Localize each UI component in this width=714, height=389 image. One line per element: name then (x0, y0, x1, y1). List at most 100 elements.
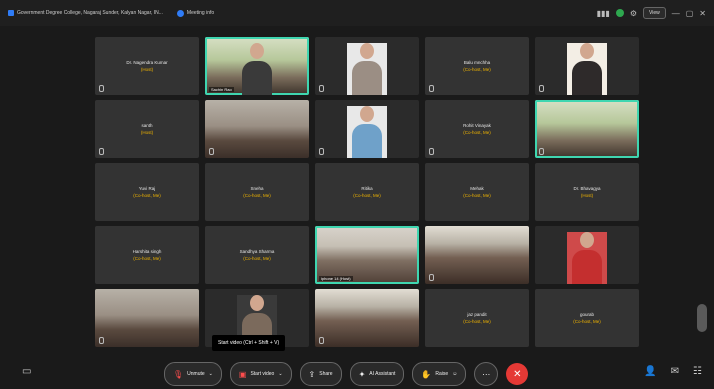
tooltip: Start video (Ctrl + Shift + V) (212, 335, 286, 351)
mic-off-icon (539, 85, 544, 92)
signal-icon: ▮▮▮ (596, 8, 610, 18)
participant-video[interactable] (535, 100, 639, 158)
mic-off-icon: 🎙 (173, 369, 184, 379)
participant-video[interactable] (205, 100, 309, 158)
participant-tile[interactable]: Ritika (Co-host, Me) (315, 163, 419, 221)
unmute-label: Unmute (187, 371, 205, 377)
ai-assistant-icon: ✦ (358, 369, 366, 379)
participant-video[interactable] (535, 226, 639, 284)
mic-off-icon (209, 148, 214, 155)
participant-name: Sandhya Sharma (239, 249, 275, 254)
video-off-icon: ▣ (238, 369, 247, 379)
mic-off-icon (319, 148, 324, 155)
participant-image (569, 43, 605, 95)
meeting-info-label: Meeting info (186, 10, 215, 16)
mic-off-icon (319, 85, 324, 92)
minimize-icon[interactable]: — (672, 9, 680, 18)
participant-video[interactable] (315, 37, 419, 95)
mic-off-icon (319, 337, 324, 344)
participant-tile[interactable]: Yuvi Raj (Co-host, Me) (95, 163, 199, 221)
participant-name: Harshita singh (132, 249, 162, 254)
participant-video[interactable]: iphone 14 (Host) (315, 226, 419, 284)
participant-status: (Host) (140, 67, 154, 72)
participant-status: (Co-host, Me) (463, 130, 491, 135)
meeting-info[interactable]: Meeting info (176, 9, 215, 17)
participant-tile[interactable]: Mehak (Co-host, Me) (425, 163, 529, 221)
settings-icon[interactable]: ⚙ (630, 9, 637, 18)
participant-name: santh (141, 123, 153, 128)
participant-status: (Co-host, Me) (353, 193, 381, 198)
participant-name: Sneha (250, 186, 264, 191)
participant-status: (Host) (580, 193, 594, 198)
maximize-icon[interactable]: ▢ (686, 9, 694, 18)
participant-tile[interactable]: Balu mnchha (Co-host, Me) (425, 37, 529, 95)
participant-video[interactable] (95, 289, 199, 347)
share-icon: ⇪ (308, 369, 316, 379)
raise-label: Raise (435, 371, 449, 377)
start-video-label: Start video (250, 371, 275, 377)
participant-status: (Co-host, Me) (243, 193, 271, 198)
participant-video-label: iphone 14 (Host) (319, 276, 353, 281)
participant-name: Dr. Bhavagya (573, 186, 601, 191)
participant-video[interactable] (315, 100, 419, 158)
close-icon[interactable]: ✕ (699, 9, 706, 18)
participant-tile[interactable]: santh (Host) (95, 100, 199, 158)
activities-icon[interactable]: ☷ (693, 366, 702, 377)
title-lead: Government Degree College, Nagaraj Sunde… (8, 10, 163, 16)
share-button[interactable]: ⇪ Share (299, 362, 342, 386)
view-button[interactable]: View (642, 7, 666, 19)
scroll-handle[interactable] (697, 304, 707, 332)
mic-off-icon (99, 337, 104, 344)
raise-hand-button[interactable]: ✋ Raise ☺ (412, 362, 467, 386)
participant-image (569, 232, 605, 284)
end-call-button[interactable]: ✕ (506, 363, 529, 385)
participant-status: (Co-host, Me) (243, 256, 271, 261)
start-video-button[interactable]: ▣ Start video ⌄ (229, 362, 292, 386)
participant-status: (Co-host, Me) (463, 67, 491, 72)
participant-status: (Co-host, Me) (133, 193, 161, 198)
participant-video[interactable] (535, 37, 639, 95)
participant-tile[interactable]: Harshita singh (Co-host, Me) (95, 226, 199, 284)
participant-name: gourab (579, 312, 594, 317)
share-label: Share (319, 371, 333, 377)
participant-status: (Co-host, Me) (573, 319, 601, 324)
shield-icon (176, 9, 184, 17)
participant-tile[interactable]: Dr. Nagendra Kumar (Host) (95, 37, 199, 95)
top-right-controls: ▮▮▮ ⚙ View — ▢ ✕ (597, 7, 706, 19)
participant-name: Mehak (470, 186, 484, 191)
ai-assistant-button[interactable]: ✦ AI Assistant (349, 362, 405, 386)
unmute-button[interactable]: 🎙 Unmute ⌄ (164, 362, 222, 386)
mic-off-icon (429, 274, 434, 281)
participant-video-label: Sachin Rao (209, 87, 234, 92)
participant-video[interactable] (315, 289, 419, 347)
participant-video[interactable] (425, 226, 529, 284)
participant-name: jaz pandit (467, 312, 487, 317)
people-icon[interactable]: 👤 (644, 366, 656, 377)
mic-off-icon (539, 148, 544, 155)
more-options-button[interactable]: ⋯ (474, 362, 499, 386)
chevron-down-icon[interactable]: ⌄ (209, 371, 213, 377)
participant-status: (Host) (140, 130, 154, 135)
hand-icon: ✋ (421, 369, 432, 379)
participant-tile[interactable]: Rohit Vinayak (Co-host, Me) (425, 100, 529, 158)
participant-tile[interactable]: gourab (Co-host, Me) (535, 289, 639, 347)
emoji-icon[interactable]: ☺ (452, 371, 457, 377)
toolbar-right: 👤 ✉ ☷ (644, 366, 702, 377)
participant-status: (Co-host, Me) (463, 193, 491, 198)
participant-image (349, 43, 385, 95)
recording-status-icon (615, 9, 624, 17)
participant-tile[interactable]: Sneha (Co-host, Me) (205, 163, 309, 221)
chevron-down-icon[interactable]: ⌄ (278, 371, 282, 377)
participant-name: Dr. Nagendra Kumar (126, 60, 168, 65)
participant-tile[interactable]: jaz pandit (Co-host, Me) (425, 289, 529, 347)
participant-image (239, 43, 275, 95)
participant-image (349, 106, 385, 158)
chat-icon[interactable]: ✉ (671, 366, 679, 377)
title-bar: Government Degree College, Nagaraj Sunde… (0, 0, 714, 26)
mic-off-icon (99, 85, 104, 92)
mic-off-icon (429, 85, 434, 92)
participant-tile[interactable]: Sandhya Sharma (Co-host, Me) (205, 226, 309, 284)
left-panel-icon[interactable]: ▭ (22, 366, 31, 377)
participant-tile[interactable]: Dr. Bhavagya (Host) (535, 163, 639, 221)
participant-video[interactable]: Sachin Rao (205, 37, 309, 95)
